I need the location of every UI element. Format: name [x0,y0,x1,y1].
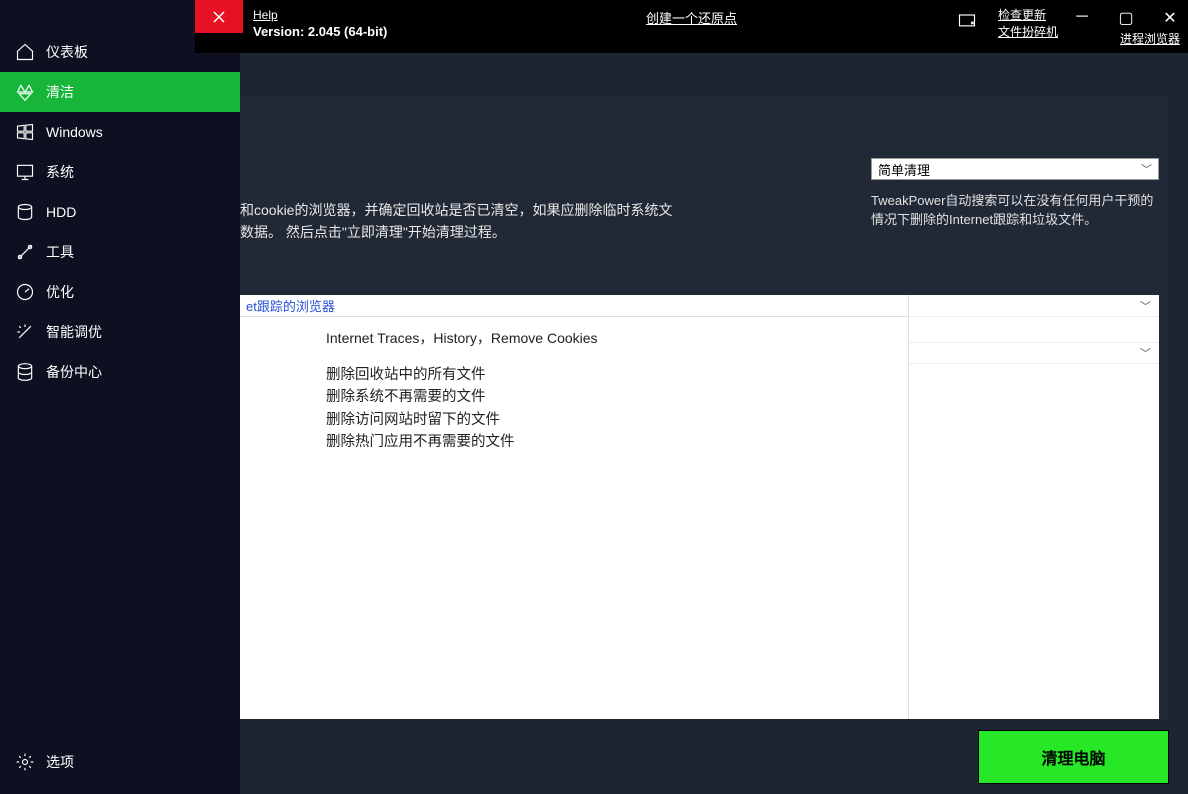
hdd-icon [14,201,36,223]
sidebar-item-smart-tuning[interactable]: 智能调优 [0,312,240,352]
expand-row-2[interactable]: ﹀ [909,342,1159,364]
content-panel: 和cookie的浏览器，并确定回收站是否已清空，如果应删除临时系统文 数据。 然… [240,95,1169,719]
section-subtext: Internet Traces，History，Remove Cookies [326,328,598,348]
sidebar: 仪表板 清洁 Windows 系统 HDD [0,0,240,794]
titlebar-info: Help Version: 2.045 (64-bit) [243,0,387,39]
clean-mode-select[interactable]: 简单清理 ﹀ [871,158,1159,180]
gear-icon [14,751,36,773]
select-value: 简单清理 [878,160,930,179]
chevron-down-icon: ﹀ [1140,345,1151,361]
sidebar-item-clean[interactable]: 清洁 [0,72,240,112]
task-panel: et跟踪的浏览器 Internet Traces，History，Remove … [240,295,1159,719]
task-item: 删除回收站中的所有文件 [326,364,908,386]
sidebar-item-windows[interactable]: Windows [0,112,240,152]
sidebar-item-optimize[interactable]: 优化 [0,272,240,312]
windows-icon [14,121,36,143]
expand-row-1[interactable]: ﹀ [909,295,1159,317]
task-item: 删除热门应用不再需要的文件 [326,431,908,453]
select-description: TweakPower自动搜索可以在没有任何用户干预的情况下删除的Internet… [871,190,1159,228]
chevron-down-icon: ﹀ [1141,161,1152,177]
sidebar-item-label: 仪表板 [46,42,88,62]
process-viewer-link[interactable]: 进程浏览器 [1120,32,1180,46]
section-title: et跟踪的浏览器 [246,296,335,315]
database-icon [14,361,36,383]
home-icon [14,41,36,63]
monitor-icon [14,161,36,183]
sidebar-item-label: Windows [46,124,103,140]
version-text: Version: 2.045 (64-bit) [253,24,387,39]
sidebar-item-label: 智能调优 [46,322,102,342]
sidebar-item-label: 工具 [46,242,74,262]
main-area: 和cookie的浏览器，并确定回收站是否已清空，如果应删除临时系统文 数据。 然… [240,53,1188,794]
sidebar-item-label: 备份中心 [46,362,102,382]
clean-computer-button[interactable]: 清理电脑 [978,730,1169,784]
sidebar-item-system[interactable]: 系统 [0,152,240,192]
sidebar-item-label: HDD [46,204,76,220]
window-controls: ─ ▢ ✕ [1072,8,1180,28]
file-shredder-link[interactable]: 文件扮碎机 [998,23,1058,40]
folder-icon [956,9,978,31]
close-icon [212,10,226,24]
sidebar-item-backup[interactable]: 备份中心 [0,352,240,392]
chevron-down-icon: ﹀ [1140,298,1151,314]
help-link[interactable]: Help [253,8,387,22]
titlebar: Help Version: 2.045 (64-bit) 创建一个还原点 检查更… [195,0,1188,53]
sidebar-item-tools[interactable]: 工具 [0,232,240,272]
task-item: 删除访问网站时留下的文件 [326,409,908,431]
minimize-button[interactable]: ─ [1072,8,1092,28]
close-button[interactable] [195,0,243,33]
sidebar-item-hdd[interactable]: HDD [0,192,240,232]
gauge-icon [14,281,36,303]
maximize-button[interactable]: ▢ [1116,8,1136,28]
sidebar-item-options[interactable]: 选项 [0,742,240,782]
button-label: 清理电脑 [1041,745,1105,769]
sidebar-item-label: 系统 [46,162,74,182]
sidebar-item-label: 选项 [46,752,74,772]
tools-icon [14,241,36,263]
wand-icon [14,321,36,343]
task-items: 删除回收站中的所有文件 删除系统不再需要的文件 删除访问网站时留下的文件 删除热… [240,358,908,454]
close-window-button[interactable]: ✕ [1160,8,1180,28]
sidebar-item-label: 清洁 [46,82,74,102]
recycle-icon [14,81,36,103]
section-sub-row: Internet Traces，History，Remove Cookies [326,325,908,350]
task-item: 删除系统不再需要的文件 [326,386,908,408]
restore-point-link[interactable]: 创建一个还原点 [646,8,737,27]
sidebar-item-label: 优化 [46,282,74,302]
panel-right-column: ﹀ ﹀ [908,295,1159,719]
check-update-link[interactable]: 检查更新 [998,6,1046,23]
panel-section-header[interactable]: et跟踪的浏览器 [240,295,908,317]
description-text: 和cookie的浏览器，并确定回收站是否已清空，如果应删除临时系统文 数据。 然… [240,199,820,244]
